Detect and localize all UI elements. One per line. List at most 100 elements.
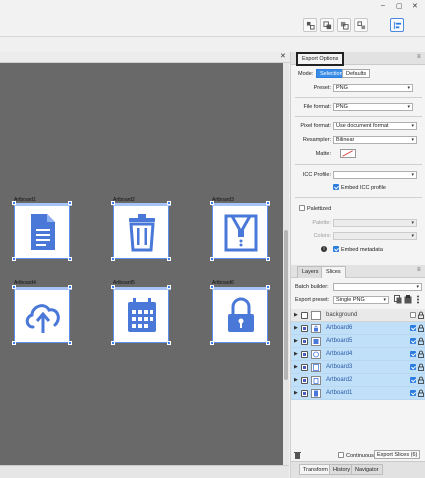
selection-handle[interactable] <box>266 341 270 345</box>
info-icon[interactable]: i <box>321 246 327 252</box>
slice-row-background[interactable]: ▶ background <box>291 309 425 322</box>
selection-handle[interactable] <box>12 285 16 289</box>
lock-icon[interactable] <box>418 389 424 397</box>
selection-handle[interactable] <box>68 201 72 205</box>
selection-handle[interactable] <box>167 201 171 205</box>
slice-row-artboard6[interactable]: ▶ Artboard6 <box>291 322 425 335</box>
selection-handle[interactable] <box>12 341 16 345</box>
selection-handle[interactable] <box>111 341 115 345</box>
visibility-checkbox[interactable] <box>410 351 416 357</box>
selection-handle[interactable] <box>68 285 72 289</box>
selection-handle[interactable] <box>210 341 214 345</box>
artboard-4[interactable] <box>14 287 70 343</box>
tab-navigator[interactable]: Navigator <box>351 464 383 475</box>
expand-triangle-icon[interactable]: ▶ <box>294 351 298 357</box>
preset-select[interactable]: PNG ▾ <box>333 84 413 92</box>
arrange-forward-button[interactable] <box>320 18 334 32</box>
slice-row-artboard1[interactable]: ▶ Artboard1 <box>291 387 425 400</box>
lock-icon[interactable] <box>418 363 424 371</box>
more-options-icon[interactable] <box>414 295 422 304</box>
palettized-checkbox[interactable] <box>299 205 305 211</box>
selection-handle[interactable] <box>210 201 214 205</box>
expand-triangle-icon[interactable]: ▶ <box>294 325 298 331</box>
horizontal-scrollbar[interactable] <box>0 465 289 478</box>
continuous-checkbox[interactable] <box>338 452 344 458</box>
slice-checkbox[interactable] <box>301 364 308 371</box>
canvas[interactable] <box>0 63 283 465</box>
expand-triangle-icon[interactable]: ▶ <box>294 390 298 396</box>
slice-checkbox[interactable] <box>301 390 308 397</box>
selection-handle[interactable] <box>266 201 270 205</box>
mode-defaults-button[interactable]: Defaults <box>342 69 371 78</box>
slice-checkbox[interactable] <box>301 312 308 319</box>
lock-icon[interactable] <box>418 350 424 358</box>
slice-checkbox[interactable] <box>301 325 308 332</box>
pixel-format-select[interactable]: Use document format ▾ <box>333 122 417 130</box>
artboard-6[interactable] <box>212 287 268 343</box>
artboard-5[interactable] <box>113 287 169 343</box>
selection-handle[interactable] <box>266 285 270 289</box>
slice-row-artboard5[interactable]: ▶ Artboard5 <box>291 335 425 348</box>
restore-button[interactable]: ▢ <box>396 2 403 10</box>
artboard-3[interactable] <box>212 203 268 259</box>
embed-metadata-checkbox[interactable] <box>333 246 339 252</box>
file-format-select[interactable]: PNG ▾ <box>333 103 413 111</box>
matte-color-swatch[interactable] <box>340 149 356 158</box>
expand-triangle-icon[interactable]: ▶ <box>294 364 298 370</box>
selection-handle[interactable] <box>111 201 115 205</box>
arrange-back-button[interactable] <box>354 18 368 32</box>
copy-icon[interactable] <box>394 295 402 304</box>
tab-layers[interactable]: Layers <box>297 266 324 278</box>
lock-icon[interactable] <box>418 324 424 332</box>
visibility-checkbox[interactable] <box>410 325 416 331</box>
panel-menu-icon[interactable]: ≡ <box>417 54 421 60</box>
arrange-backward-button[interactable] <box>337 18 351 32</box>
panel-menu-icon[interactable]: ≡ <box>417 267 421 273</box>
selection-handle[interactable] <box>167 285 171 289</box>
embed-icc-checkbox[interactable] <box>333 184 339 190</box>
palette-select[interactable]: ▾ <box>333 219 417 227</box>
visibility-checkbox[interactable] <box>410 390 416 396</box>
tab-transform[interactable]: Transform <box>299 464 332 475</box>
align-left-button[interactable] <box>390 18 404 32</box>
selection-handle[interactable] <box>111 285 115 289</box>
export-slices-button[interactable]: Export Slices (6) <box>374 450 421 459</box>
expand-triangle-icon[interactable]: ▶ <box>294 338 298 344</box>
minimize-button[interactable]: – <box>381 2 385 9</box>
selection-handle[interactable] <box>12 201 16 205</box>
selection-handle[interactable] <box>111 257 115 261</box>
expand-triangle-icon[interactable]: ▶ <box>294 312 298 318</box>
selection-handle[interactable] <box>266 257 270 261</box>
lock-icon[interactable] <box>418 376 424 384</box>
tab-slices[interactable]: Slices <box>321 266 346 278</box>
artboard-1[interactable] <box>14 203 70 259</box>
icc-profile-select[interactable]: ▾ <box>333 171 417 179</box>
colors-select[interactable]: ▾ <box>333 232 417 240</box>
lock-icon[interactable] <box>418 337 424 345</box>
align-tool-button[interactable] <box>303 18 317 32</box>
selection-handle[interactable] <box>210 257 214 261</box>
visibility-checkbox[interactable] <box>410 364 416 370</box>
slice-row-artboard4[interactable]: ▶ Artboard4 <box>291 348 425 361</box>
slice-checkbox[interactable] <box>301 338 308 345</box>
selection-handle[interactable] <box>12 257 16 261</box>
visibility-checkbox[interactable] <box>410 312 416 318</box>
vertical-scroll-thumb[interactable] <box>284 230 288 380</box>
lock-icon[interactable] <box>418 311 424 319</box>
selection-handle[interactable] <box>210 285 214 289</box>
selection-handle[interactable] <box>167 257 171 261</box>
slice-row-artboard2[interactable]: ▶ Artboard2 <box>291 374 425 387</box>
tab-export-options[interactable]: Export Options <box>295 52 345 66</box>
visibility-checkbox[interactable] <box>410 377 416 383</box>
slice-checkbox[interactable] <box>301 377 308 384</box>
batch-builder-select[interactable]: ▾ <box>333 283 422 291</box>
selection-handle[interactable] <box>68 257 72 261</box>
selection-handle[interactable] <box>68 341 72 345</box>
close-document-button[interactable]: ✕ <box>280 52 286 60</box>
close-window-button[interactable]: ✕ <box>412 2 418 10</box>
artboard-2[interactable] <box>113 203 169 259</box>
selection-handle[interactable] <box>167 341 171 345</box>
slice-checkbox[interactable] <box>301 351 308 358</box>
export-preset-select[interactable]: Single PNG ▾ <box>333 296 389 304</box>
slice-row-artboard3[interactable]: ▶ Artboard3 <box>291 361 425 374</box>
